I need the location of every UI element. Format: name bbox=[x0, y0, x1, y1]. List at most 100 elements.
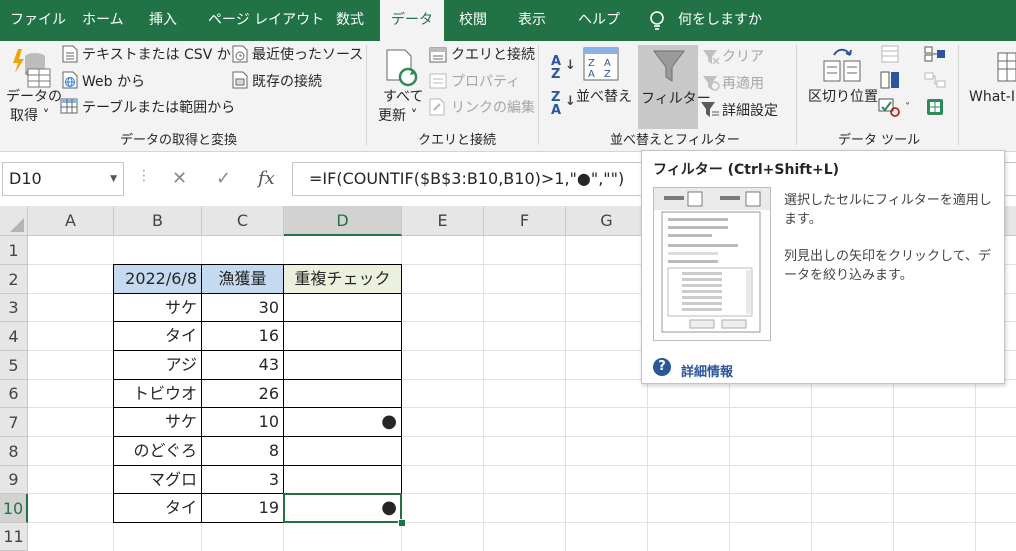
queries-connections-button[interactable]: クエリと接続 bbox=[451, 46, 535, 64]
header-cell-date[interactable]: 2022/6/8 bbox=[114, 265, 202, 294]
reapply-button[interactable]: 再適用 bbox=[722, 75, 764, 93]
tab-view[interactable]: 表示 bbox=[518, 0, 546, 41]
tab-home[interactable]: ホーム bbox=[82, 0, 124, 41]
edit-links-button[interactable]: リンクの編集 bbox=[451, 99, 535, 117]
row-header-8[interactable]: 8 bbox=[0, 437, 28, 466]
fish-cell[interactable]: サケ bbox=[114, 294, 202, 322]
check-cell[interactable] bbox=[284, 437, 402, 466]
row-header-1[interactable]: 1 bbox=[0, 236, 28, 265]
tab-review[interactable]: 校閲 bbox=[459, 0, 487, 41]
check-cell[interactable]: ● bbox=[284, 408, 402, 437]
tab-help[interactable]: ヘルプ bbox=[578, 0, 620, 41]
text-to-columns-button[interactable]: 区切り位置 bbox=[808, 88, 878, 106]
tooltip-more-info-link[interactable]: 詳細情報 bbox=[681, 361, 733, 380]
what-if-analysis-button[interactable]: What-I bbox=[969, 88, 1015, 106]
cancel-icon[interactable]: ✕ bbox=[172, 168, 187, 189]
column-header-g[interactable]: G bbox=[566, 206, 648, 236]
row-header-11[interactable]: 11 bbox=[0, 523, 28, 551]
properties-button[interactable]: プロパティ bbox=[451, 73, 520, 91]
enter-icon[interactable]: ✓ bbox=[216, 168, 231, 189]
row-header-7[interactable]: 7 bbox=[0, 408, 28, 437]
filter-button[interactable]: フィルター bbox=[638, 45, 711, 129]
existing-connections-icon bbox=[232, 71, 248, 89]
column-header-d[interactable]: D bbox=[284, 206, 402, 236]
check-cell[interactable] bbox=[284, 351, 402, 380]
from-table-range-button[interactable]: テーブルまたは範囲から bbox=[82, 99, 235, 117]
data-validation-dropdown[interactable]: ˅ bbox=[905, 99, 910, 117]
amount-cell[interactable]: 8 bbox=[202, 437, 284, 466]
check-cell[interactable] bbox=[284, 294, 402, 322]
header-cell-catch[interactable]: 漁獲量 bbox=[202, 265, 284, 294]
select-all-corner[interactable] bbox=[0, 206, 28, 236]
insert-function-icon[interactable]: fx bbox=[258, 168, 275, 189]
row-header-6[interactable]: 6 bbox=[0, 380, 28, 408]
row-header-5[interactable]: 5 bbox=[0, 351, 28, 380]
group-label-sort-filter: 並べ替えとフィルター bbox=[610, 133, 740, 148]
get-data-dropdown[interactable]: 取得 ˅ bbox=[10, 107, 49, 125]
column-header-e[interactable]: E bbox=[402, 206, 484, 236]
advanced-button[interactable]: 詳細設定 bbox=[722, 102, 778, 120]
amount-cell[interactable]: 30 bbox=[202, 294, 284, 322]
existing-connections-button[interactable]: 既存の接続 bbox=[252, 73, 322, 91]
amount-cell[interactable]: 3 bbox=[202, 466, 284, 494]
row-header-2[interactable]: 2 bbox=[0, 265, 28, 294]
tab-page-layout[interactable]: ページ レイアウト bbox=[208, 0, 324, 41]
check-cell[interactable] bbox=[284, 380, 402, 408]
tab-data[interactable]: データ bbox=[380, 0, 444, 41]
row-header-9[interactable]: 9 bbox=[0, 466, 28, 494]
fill-handle[interactable] bbox=[398, 519, 406, 527]
name-box-value: D10 bbox=[9, 169, 42, 188]
queries-connections-icon bbox=[429, 47, 447, 63]
tab-insert[interactable]: 挿入 bbox=[149, 0, 177, 41]
remove-duplicates-icon bbox=[880, 71, 899, 89]
active-cell-selection[interactable] bbox=[283, 493, 402, 523]
name-box[interactable]: D10 ▼ bbox=[2, 162, 124, 196]
amount-cell[interactable]: 26 bbox=[202, 380, 284, 408]
from-web-button[interactable]: Web から bbox=[82, 73, 145, 91]
sort-za-icon[interactable]: Z A ↓ bbox=[551, 91, 576, 117]
fish-cell[interactable]: マグロ bbox=[114, 466, 202, 494]
amount-cell[interactable]: 43 bbox=[202, 351, 284, 380]
tab-formulas[interactable]: 数式 bbox=[336, 0, 364, 41]
tab-file[interactable]: ファイル bbox=[10, 0, 66, 41]
group-label-data-tools: データ ツール bbox=[838, 133, 921, 148]
header-cell-duplicate-check[interactable]: 重複チェック bbox=[284, 265, 402, 294]
group-label-get-transform: データの取得と変換 bbox=[120, 133, 238, 148]
lightbulb-icon bbox=[650, 11, 664, 30]
fish-cell[interactable]: のどぐろ bbox=[114, 437, 202, 466]
column-header-f[interactable]: F bbox=[484, 206, 566, 236]
recent-sources-button[interactable]: 最近使ったソース bbox=[252, 46, 363, 64]
tooltip-title: フィルター (Ctrl+Shift+L) bbox=[653, 162, 840, 178]
amount-cell[interactable]: 10 bbox=[202, 408, 284, 437]
from-text-csv-button[interactable]: テキストまたは CSV から bbox=[82, 46, 245, 64]
sort-button[interactable]: 並べ替え bbox=[576, 88, 632, 106]
clear-button[interactable]: クリア bbox=[722, 48, 764, 66]
properties-icon bbox=[429, 73, 447, 89]
filter-tooltip: フィルター (Ctrl+Shift+L) 選択したセルにフィルターを適用します。… bbox=[641, 150, 1005, 384]
refresh-all-button[interactable]: すべて bbox=[383, 88, 423, 106]
refresh-all-dropdown[interactable]: 更新 ˅ bbox=[378, 107, 417, 125]
tell-me-search[interactable]: 何をしますか bbox=[678, 0, 762, 41]
row-header-10[interactable]: 10 bbox=[0, 494, 28, 523]
fish-cell[interactable]: サケ bbox=[114, 408, 202, 437]
check-cell[interactable] bbox=[284, 322, 402, 351]
column-header-a[interactable]: A bbox=[28, 206, 114, 236]
fish-cell[interactable]: タイ bbox=[114, 494, 202, 523]
data-model-icon bbox=[927, 99, 943, 115]
tooltip-description-2: 列見出しの矢印をクリックして、データを絞り込みます。 bbox=[784, 249, 991, 283]
column-header-b[interactable]: B bbox=[114, 206, 202, 236]
check-cell[interactable] bbox=[284, 466, 402, 494]
name-box-dropdown-icon[interactable]: ▼ bbox=[110, 163, 117, 195]
get-data-button[interactable]: データの bbox=[6, 88, 62, 106]
help-icon[interactable]: ? bbox=[653, 358, 671, 376]
fish-cell[interactable]: タイ bbox=[114, 322, 202, 351]
what-if-icon bbox=[997, 52, 1016, 82]
sort-az-icon[interactable]: A Z ↓ bbox=[551, 55, 576, 81]
amount-cell[interactable]: 16 bbox=[202, 322, 284, 351]
row-header-4[interactable]: 4 bbox=[0, 322, 28, 351]
fish-cell[interactable]: アジ bbox=[114, 351, 202, 380]
amount-cell[interactable]: 19 bbox=[202, 494, 284, 523]
row-header-3[interactable]: 3 bbox=[0, 294, 28, 322]
column-header-c[interactable]: C bbox=[202, 206, 284, 236]
fish-cell[interactable]: トビウオ bbox=[114, 380, 202, 408]
